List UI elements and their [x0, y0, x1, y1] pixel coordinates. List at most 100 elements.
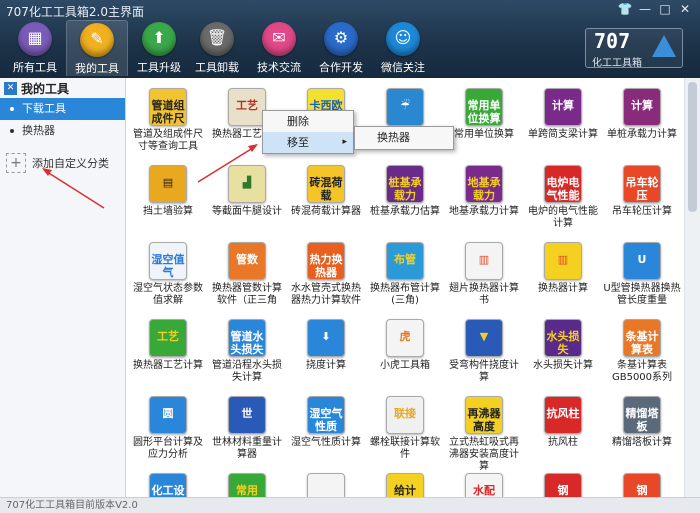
tool-item[interactable]: U U型管换热器换热管长度重量 [603, 242, 681, 307]
tool-item[interactable]: 桩基承载力 桩基承载力估算 [366, 165, 444, 218]
tool-item[interactable]: ▟ 等截面牛腿设计 [208, 165, 286, 218]
tool-icon: 再沸器高度 [465, 396, 503, 434]
tool-item[interactable]: 管道水头损失 管道沿程水头损失计算 [208, 319, 286, 384]
tool-item[interactable]: 精馏塔板 精馏塔板计算 [603, 396, 681, 449]
tool-item[interactable]: 工艺 换热器工艺计算 [129, 319, 207, 372]
nav-glyph: ✉ [272, 28, 286, 47]
tool-icon-text: ▤ [162, 176, 174, 189]
tool-item[interactable]: ▥ 换热器计算 [524, 242, 602, 295]
tool-icon: 联接 [386, 396, 424, 434]
tool-item[interactable]: 联接 螺栓联接计算软件 [366, 396, 444, 461]
tool-icon: 吊车轮压 [623, 165, 661, 203]
nav-label: 技术交流 [257, 61, 301, 74]
tool-icon: ▥ [544, 242, 582, 280]
maximize-button[interactable]: □ [656, 2, 674, 16]
tool-item[interactable]: ▤ 挡土墙验算 [129, 165, 207, 218]
nav-tab-1[interactable]: ✎ 我的工具 [66, 20, 128, 76]
nav-label: 工具卸载 [195, 61, 239, 74]
tool-item[interactable]: 计算 单跨简支梁计算 [524, 88, 602, 141]
tool-item[interactable]: ▥ 翅片换热器计算书 [445, 242, 523, 307]
tool-icon: 管道组成件尺寸 [149, 88, 187, 126]
tool-icon: U [623, 242, 661, 280]
tool-item[interactable]: 钢 [524, 473, 602, 497]
context-menu: 删除 移至 ▸ [262, 110, 354, 154]
tool-label: 地基承载力计算 [449, 206, 519, 217]
tool-label: 世林材料重量计算器 [212, 437, 282, 460]
tool-label: 桩基承载力估算 [370, 206, 440, 217]
nav-tab-2[interactable]: ⬆ 工具升级 [128, 20, 190, 76]
nav-glyph: ✎ [90, 29, 104, 48]
bullet-icon [10, 107, 14, 111]
tool-icon: ▥ [465, 242, 503, 280]
tool-label: 等截面牛腿设计 [212, 206, 282, 217]
close-button[interactable]: ✕ [676, 2, 694, 16]
tool-item[interactable]: 吊车轮压 吊车轮压计算 [603, 165, 681, 218]
tool-item[interactable]: 圆圆形平台计算及应力分析 [129, 396, 207, 461]
tool-label: 受弯构件挠度计算 [449, 360, 519, 383]
tool-icon: 水头损失 [544, 319, 582, 357]
sidebar-item-download-tools[interactable]: 下载工具 [0, 98, 125, 120]
minimize-button[interactable]: — [636, 2, 654, 16]
tool-item[interactable]: 世世林材料重量计算器 [208, 396, 286, 461]
tool-item[interactable]: 湿空值气 湿空气状态参数值求解 [129, 242, 207, 307]
tool-item[interactable]: 水配 [445, 473, 523, 497]
tool-item[interactable]: 地基承载力地基承载力计算 [445, 165, 523, 218]
tool-icon-text: 湿空值气 [151, 253, 185, 279]
tool-item[interactable]: 给计 [366, 473, 444, 497]
nav-tab-4[interactable]: ✉ 技术交流 [248, 20, 310, 76]
tool-item[interactable]: 砖混荷载 砖混荷载计算器 [287, 165, 365, 218]
tool-item[interactable] [287, 473, 365, 497]
tool-item[interactable]: 湿空气性质 湿空气性质计算 [287, 396, 365, 449]
tool-icon: 工艺 [228, 88, 266, 126]
add-category-label: 添加自定义分类 [32, 157, 109, 170]
tool-icon-text: ☔ [400, 99, 410, 112]
tool-item[interactable]: 管数 换热器管数计算软件（正三角 [208, 242, 286, 307]
nav-tab-0[interactable]: ▦ 所有工具 [4, 20, 66, 76]
tool-item[interactable]: 计算 单桩承载力计算 [603, 88, 681, 141]
tool-item[interactable]: 布管 换热器布管计算(三角) [366, 242, 444, 307]
tool-icon-text: 圆 [162, 407, 174, 420]
tool-item[interactable]: 电炉电气性能 电炉的电气性能计算 [524, 165, 602, 230]
tool-item[interactable]: ☔ [366, 88, 444, 129]
tool-icon: 地基承载力 [465, 165, 503, 203]
tool-item[interactable]: ▼ 受弯构件挠度计算 [445, 319, 523, 384]
tool-icon: 给计 [386, 473, 424, 497]
tool-item[interactable]: 虎小虎工具箱 [366, 319, 444, 372]
tool-icon-text: U [637, 253, 647, 266]
tool-item[interactable]: ⬇ 挠度计算 [287, 319, 365, 372]
tool-item[interactable]: 常用单位换算 常用单位换算 [445, 88, 523, 141]
tool-item[interactable]: 化工设计 [129, 473, 207, 497]
tool-item[interactable]: 抗风柱 抗风柱 [524, 396, 602, 449]
sidebar-item-heat-exchanger[interactable]: 换热器 [0, 120, 125, 142]
tool-icon: 钢 [623, 473, 661, 497]
tool-item[interactable]: 常用 [208, 473, 286, 497]
tool-item[interactable]: 热力换热器 水水管壳式换热器热力计算软件 [287, 242, 365, 307]
nav-tab-3[interactable]: 🗑 工具卸载 [186, 20, 248, 76]
tool-label: 单桩承载力计算 [607, 129, 677, 140]
sidebar-header-label: 我的工具 [21, 81, 70, 96]
trash-icon: 🗑 [200, 22, 234, 56]
tool-icon: 精馏塔板 [623, 396, 661, 434]
tool-icon-text: 吊车轮压 [625, 176, 659, 202]
menu-item-delete[interactable]: 删除 [263, 111, 353, 132]
submenu: 换热器 [354, 126, 454, 150]
tool-icon: 管数 [228, 242, 266, 280]
tool-item[interactable]: 管道组成件尺寸管道及组成件尺寸等查询工具 [129, 88, 207, 153]
tool-icon-text: 砖混荷载 [309, 176, 343, 202]
submenu-item-heat-exchanger[interactable]: 换热器 [355, 127, 453, 149]
vertical-scrollbar[interactable] [684, 78, 700, 497]
nav-tab-6[interactable]: ☺ 微信关注 [372, 20, 434, 76]
tool-item[interactable]: 水头损失 水头损失计算 [524, 319, 602, 372]
tool-icon-text: 电炉电气性能 [546, 176, 580, 202]
tool-item[interactable]: 条基计算表 条基计算表GB5000系列 [603, 319, 681, 384]
tool-icon-text: 精馏塔板 [625, 407, 659, 433]
tool-item[interactable]: 钢 [603, 473, 681, 497]
tool-icon: 砖混荷载 [307, 165, 345, 203]
nav-tab-5[interactable]: ⚙ 合作开发 [310, 20, 372, 76]
tool-item[interactable]: 再沸器高度 立式热虹吸式再沸器安装高度计算 [445, 396, 523, 473]
skin-icon[interactable]: 👕 [616, 2, 634, 16]
sidebar-header[interactable]: ✕ 我的工具 [0, 78, 125, 98]
menu-item-move-to[interactable]: 移至 ▸ [263, 132, 353, 153]
scrollbar-thumb[interactable] [688, 82, 697, 212]
add-category-button[interactable]: + 添加自定义分类 [6, 152, 109, 174]
